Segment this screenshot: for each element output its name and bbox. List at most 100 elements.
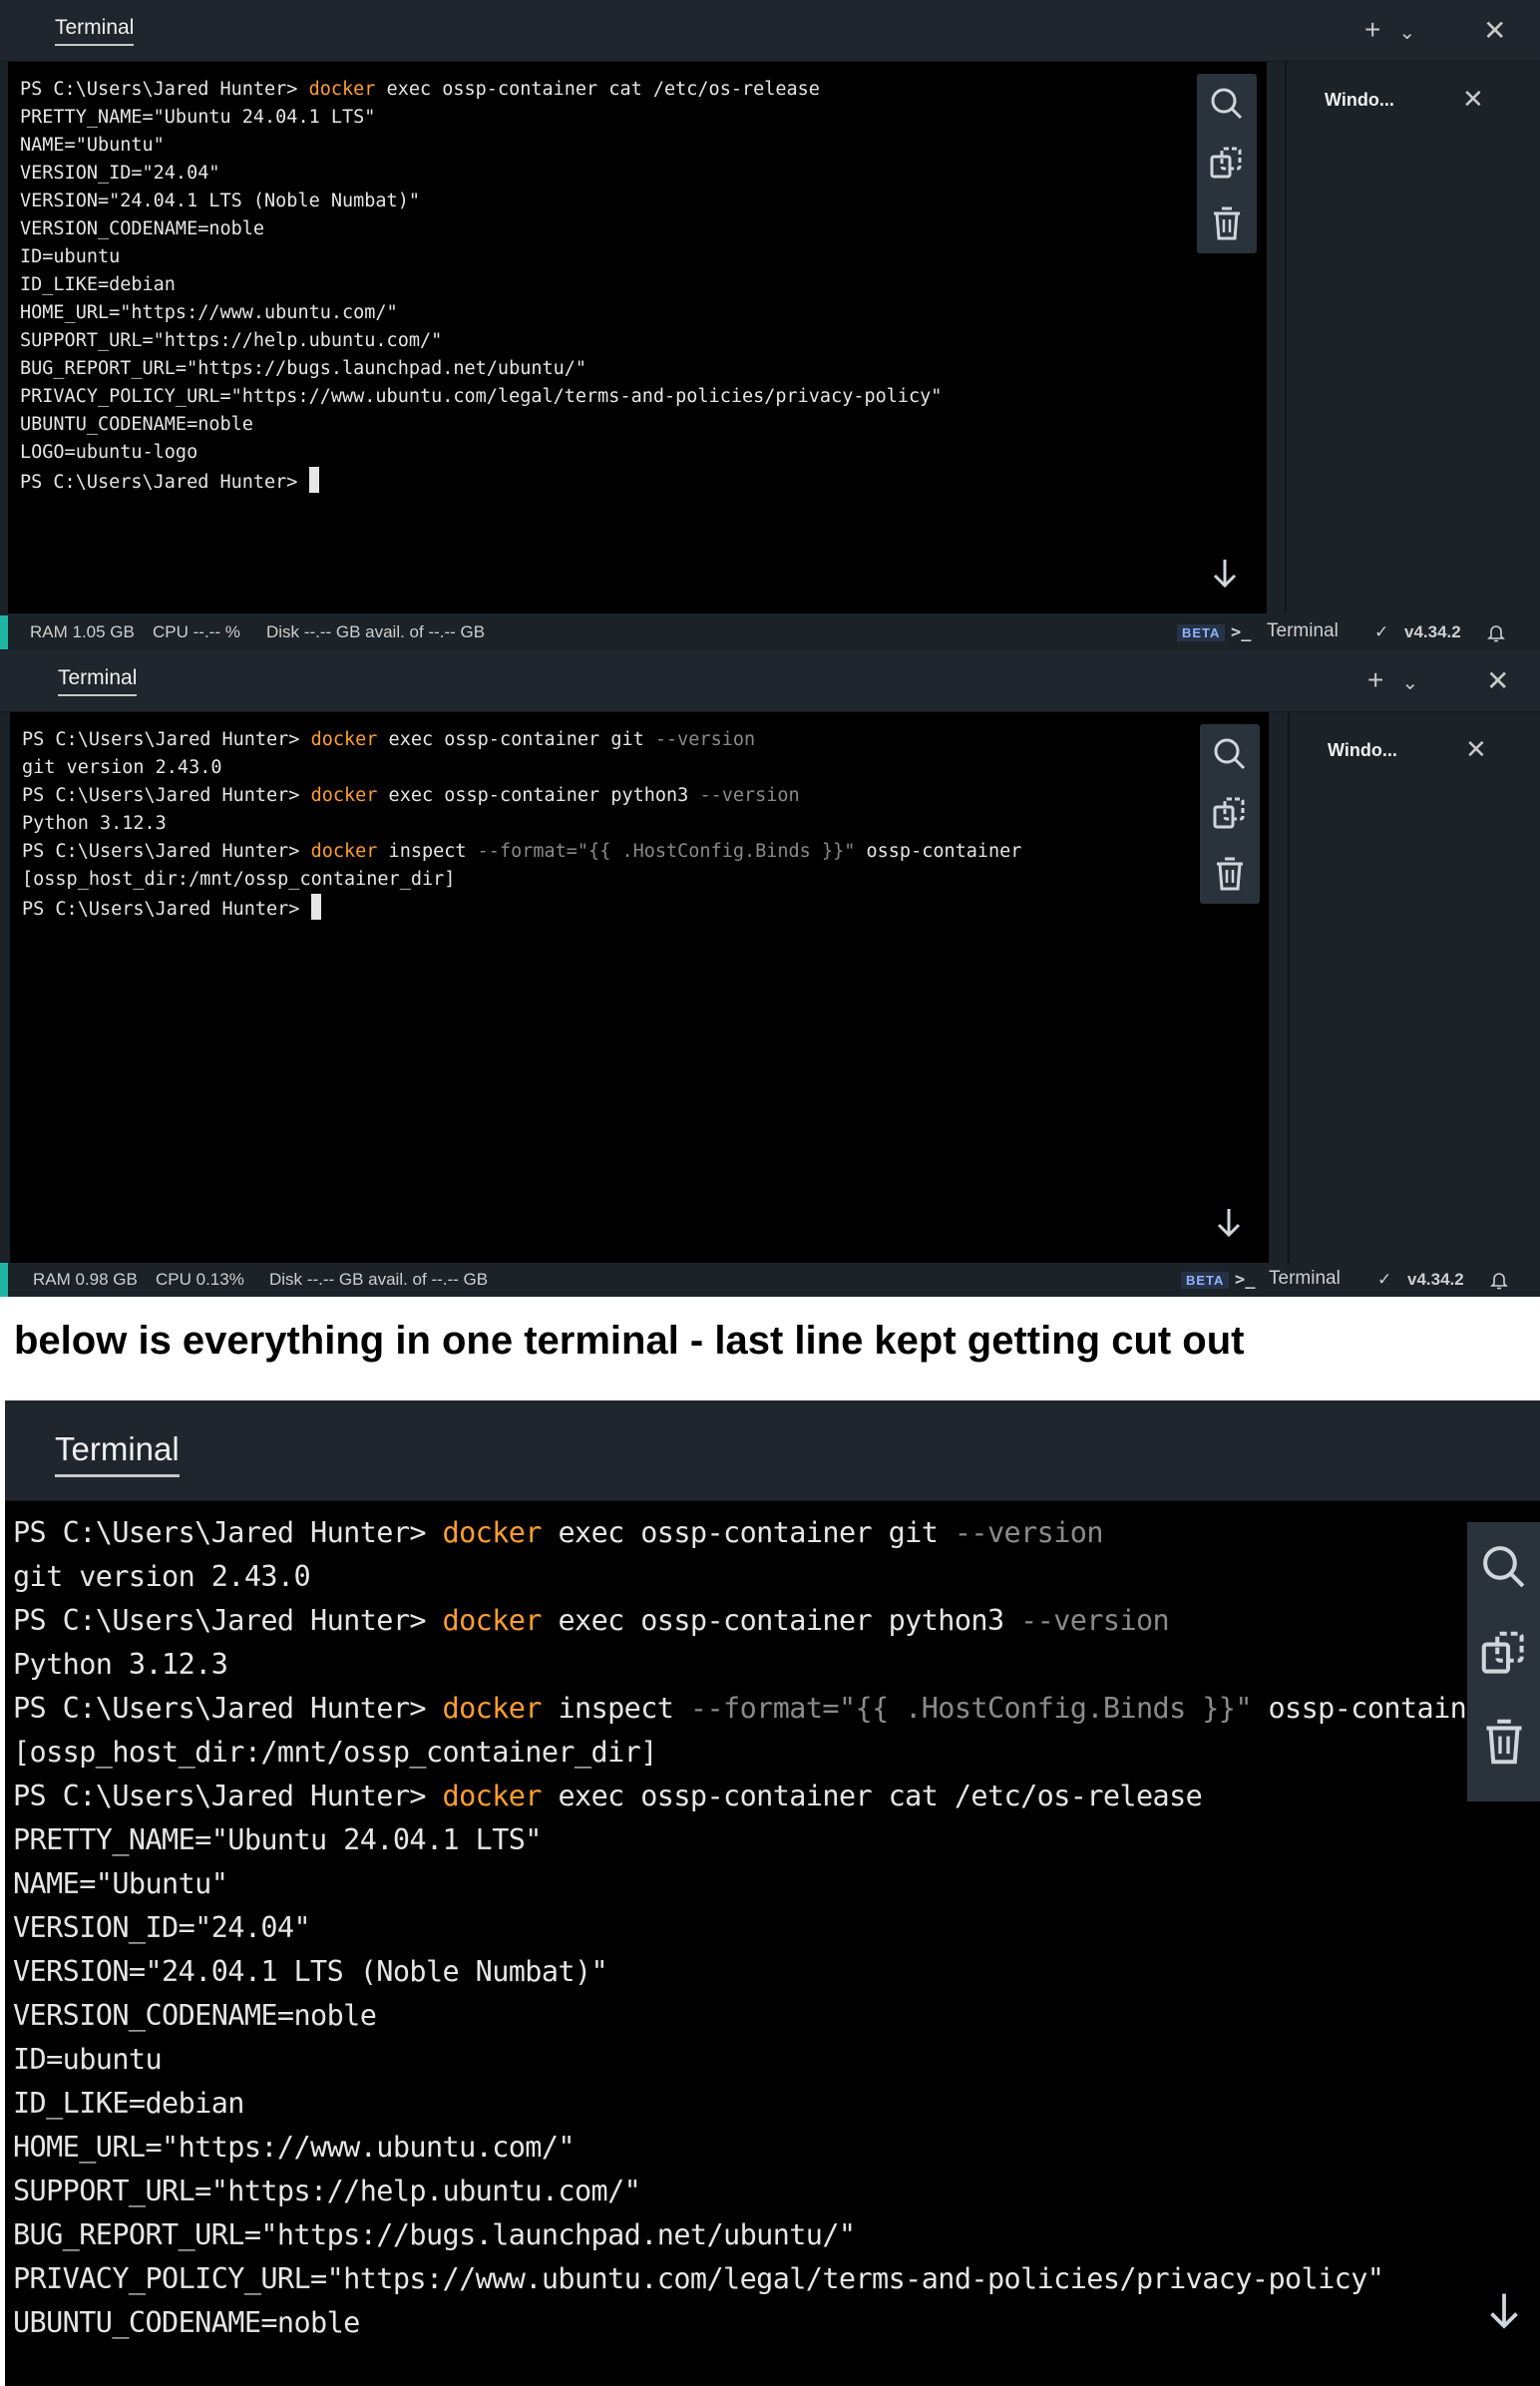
status-terminal-label[interactable]: Terminal bbox=[1269, 1268, 1341, 1290]
checkmark-icon: ✓ bbox=[1374, 622, 1389, 641]
add-icon[interactable]: + bbox=[1364, 14, 1380, 46]
terminal-line: PS C:\Users\Jared Hunter> docker exec os… bbox=[20, 76, 1267, 104]
copy-icon[interactable] bbox=[1207, 144, 1247, 184]
command-keyword: docker bbox=[310, 785, 378, 806]
command-flag: --version bbox=[1020, 1604, 1170, 1637]
terminal-line: ID_LIKE=debian bbox=[20, 271, 1267, 299]
checkmark-icon: ✓ bbox=[1377, 1270, 1392, 1289]
terminal-prompt-icon[interactable]: >_ bbox=[1231, 622, 1251, 642]
terminal-text: ID=ubuntu bbox=[13, 2043, 163, 2076]
caption-text: below is everything in one terminal - la… bbox=[14, 1319, 1245, 1363]
tab-bar: Terminal + ⌄ ✕ bbox=[0, 0, 1540, 62]
close-icon[interactable]: ✕ bbox=[1462, 84, 1484, 115]
terminal-text: NAME="Ubuntu" bbox=[13, 1867, 228, 1900]
terminal-text: VERSION_CODENAME=noble bbox=[20, 218, 265, 239]
close-icon[interactable]: ✕ bbox=[1465, 734, 1487, 765]
arrow-down-icon[interactable] bbox=[1209, 1203, 1249, 1243]
terminal-line: NAME="Ubuntu" bbox=[13, 1862, 1540, 1906]
add-icon[interactable]: + bbox=[1367, 664, 1383, 696]
terminal-line: PRIVACY_POLICY_URL="https://www.ubuntu.c… bbox=[20, 383, 1267, 411]
bell-icon[interactable] bbox=[1486, 622, 1506, 642]
terminal-line: [ossp_host_dir:/mnt/ossp_container_dir] bbox=[22, 866, 1269, 894]
arrow-down-icon[interactable] bbox=[1479, 2286, 1529, 2336]
copy-icon[interactable] bbox=[1210, 794, 1250, 834]
terminal-window-1: Terminal + ⌄ ✕ PS C:\Users\Jared Hunter> … bbox=[0, 0, 1540, 650]
tab-terminal[interactable]: Terminal bbox=[55, 16, 135, 46]
close-icon[interactable]: ✕ bbox=[1486, 664, 1509, 697]
terminal-text: exec ossp-container cat /etc/os-release bbox=[375, 79, 820, 100]
terminal-line: PS C:\Users\Jared Hunter> bbox=[20, 467, 1267, 497]
terminal-line: PRETTY_NAME="Ubuntu 24.04.1 LTS" bbox=[13, 1818, 1540, 1862]
terminal-text: [ossp_host_dir:/mnt/ossp_container_dir] bbox=[13, 1736, 657, 1769]
search-icon[interactable] bbox=[1210, 734, 1250, 774]
terminal-line: VERSION_CODENAME=noble bbox=[20, 215, 1267, 243]
disk-usage: Disk --.-- GB avail. of --.-- GB bbox=[266, 622, 486, 641]
terminal-text: VERSION_CODENAME=noble bbox=[13, 1999, 377, 2032]
terminal-line: PS C:\Users\Jared Hunter> docker inspect… bbox=[22, 838, 1269, 866]
terminal-output[interactable]: PS C:\Users\Jared Hunter> docker exec os… bbox=[10, 712, 1269, 1263]
terminal-text: git version 2.43.0 bbox=[22, 757, 222, 778]
terminal-text: VERSION_ID="24.04" bbox=[20, 163, 220, 184]
command-keyword: docker bbox=[442, 1516, 543, 1549]
chevron-down-icon[interactable]: ⌄ bbox=[1398, 20, 1415, 45]
side-panel-title[interactable]: Windo... bbox=[1328, 740, 1397, 761]
terminal-prompt-icon[interactable]: >_ bbox=[1235, 1270, 1255, 1290]
command-keyword: docker bbox=[308, 79, 376, 100]
close-icon[interactable]: ✕ bbox=[1483, 14, 1506, 47]
terminal-line: BUG_REPORT_URL="https://bugs.launchpad.n… bbox=[20, 355, 1267, 383]
command-keyword: docker bbox=[442, 1780, 543, 1812]
status-accent bbox=[0, 1263, 8, 1297]
tab-terminal[interactable]: Terminal bbox=[55, 1430, 180, 1477]
terminal-output[interactable]: PS C:\Users\Jared Hunter> docker exec os… bbox=[8, 62, 1267, 613]
chevron-down-icon[interactable]: ⌄ bbox=[1401, 670, 1418, 695]
terminal-text: NAME="Ubuntu" bbox=[20, 135, 165, 156]
terminal-text: PS C:\Users\Jared Hunter> bbox=[22, 841, 311, 862]
command-keyword: docker bbox=[442, 1692, 543, 1725]
beta-badge: BETA bbox=[1177, 624, 1226, 641]
command-keyword: docker bbox=[310, 729, 378, 750]
side-panel-title[interactable]: Windo... bbox=[1325, 90, 1394, 111]
terminal-line: SUPPORT_URL="https://help.ubuntu.com/" bbox=[20, 327, 1267, 355]
side-panel: Windo... ✕ bbox=[1285, 62, 1540, 613]
status-bar: RAM 1.05 GB CPU --.-- % Disk --.-- GB av… bbox=[0, 615, 1540, 649]
arrow-down-icon[interactable] bbox=[1205, 554, 1245, 594]
trash-icon[interactable] bbox=[1207, 203, 1247, 243]
terminal-text: PS C:\Users\Jared Hunter> bbox=[22, 899, 311, 920]
version-label: v4.34.2 bbox=[1404, 622, 1461, 641]
terminal-text: ossp-container bbox=[1251, 1692, 1500, 1725]
terminal-text: exec ossp-container git bbox=[541, 1516, 955, 1549]
terminal-text: PS C:\Users\Jared Hunter> bbox=[13, 1692, 443, 1725]
terminal-text: exec ossp-container python3 bbox=[377, 785, 700, 806]
command-flag: --version bbox=[699, 785, 800, 806]
terminal-line: VERSION="24.04.1 LTS (Noble Numbat)" bbox=[20, 188, 1267, 215]
status-terminal-label[interactable]: Terminal bbox=[1267, 620, 1339, 642]
terminal-line: PRIVACY_POLICY_URL="https://www.ubuntu.c… bbox=[13, 2257, 1540, 2301]
trash-icon[interactable] bbox=[1477, 1715, 1531, 1769]
terminal-text: inspect bbox=[541, 1692, 690, 1725]
terminal-text: [ossp_host_dir:/mnt/ossp_container_dir] bbox=[22, 869, 456, 890]
status-bar: RAM 0.98 GB CPU 0.13% Disk --.-- GB avai… bbox=[0, 1263, 1540, 1297]
search-icon[interactable] bbox=[1477, 1540, 1531, 1594]
terminal-line: PRETTY_NAME="Ubuntu 24.04.1 LTS" bbox=[20, 104, 1267, 132]
terminal-line: HOME_URL="https://www.ubuntu.com/" bbox=[13, 2126, 1540, 2170]
tab-terminal[interactable]: Terminal bbox=[58, 666, 138, 696]
terminal-text: PS C:\Users\Jared Hunter> bbox=[13, 1604, 443, 1637]
terminal-line: VERSION_ID="24.04" bbox=[13, 1906, 1540, 1950]
trash-icon[interactable] bbox=[1210, 854, 1250, 894]
terminal-output[interactable]: PS C:\Users\Jared Hunter> docker exec os… bbox=[5, 1501, 1540, 2386]
terminal-line: VERSION_CODENAME=noble bbox=[13, 1994, 1540, 2038]
terminal-text: ID_LIKE=debian bbox=[13, 2087, 244, 2120]
terminal-text: PRIVACY_POLICY_URL="https://www.ubuntu.c… bbox=[20, 386, 943, 407]
terminal-line: ID=ubuntu bbox=[20, 243, 1267, 271]
terminal-text: UBUNTU_CODENAME=noble bbox=[20, 414, 253, 435]
copy-icon[interactable] bbox=[1477, 1627, 1531, 1681]
terminal-line: LOGO=ubuntu-logo bbox=[20, 439, 1267, 467]
terminal-text: ID=ubuntu bbox=[20, 246, 121, 267]
search-icon[interactable] bbox=[1207, 84, 1247, 124]
terminal-text: Python 3.12.3 bbox=[13, 1648, 228, 1681]
terminal-line: BUG_REPORT_URL="https://bugs.launchpad.n… bbox=[13, 2213, 1540, 2257]
terminal-line: PS C:\Users\Jared Hunter> docker exec os… bbox=[22, 726, 1269, 754]
bell-icon[interactable] bbox=[1489, 1270, 1509, 1290]
terminal-text: PRETTY_NAME="Ubuntu 24.04.1 LTS" bbox=[20, 107, 376, 128]
terminal-line: git version 2.43.0 bbox=[22, 754, 1269, 782]
